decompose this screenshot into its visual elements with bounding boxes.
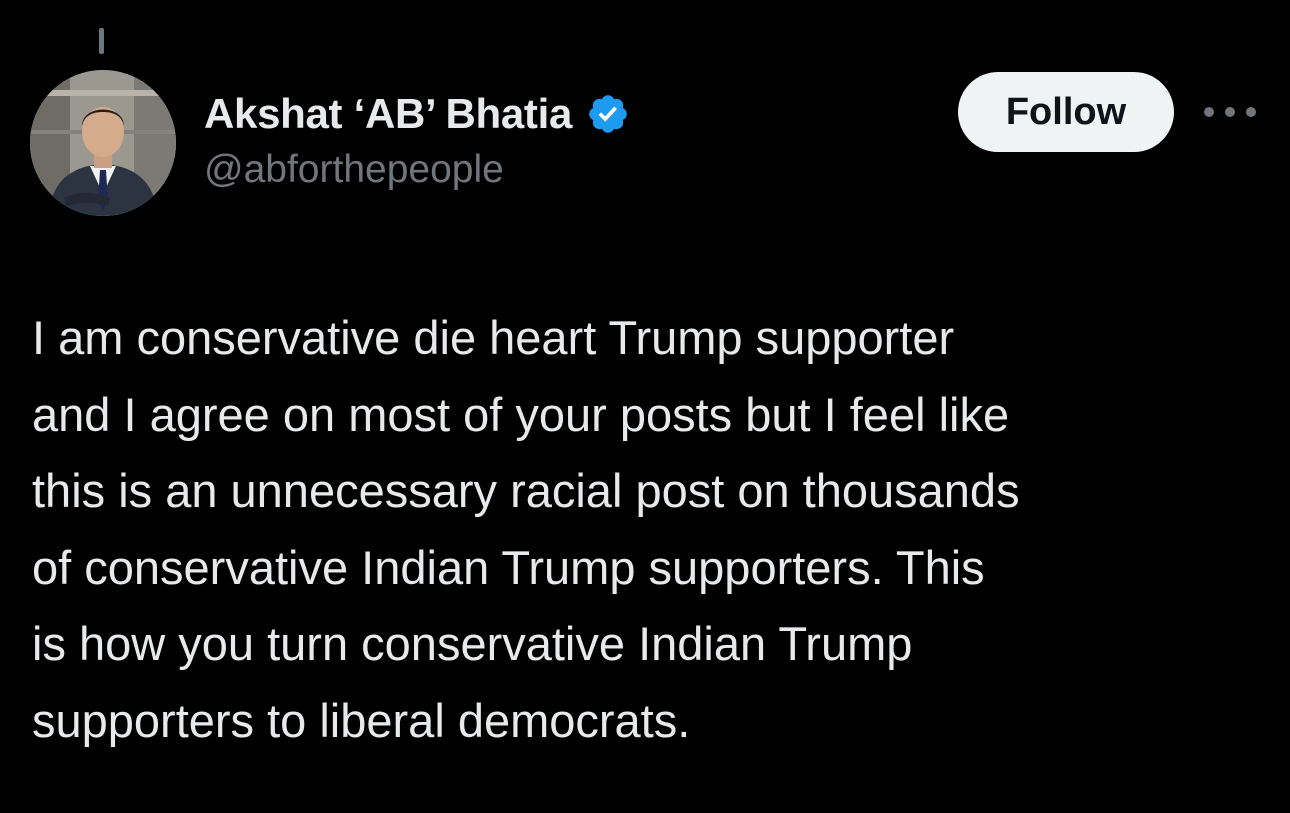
dot [1225,107,1235,117]
post-text-line: this is an unnecessary racial post on th… [32,464,1020,517]
thread-connector-line [99,28,104,54]
post-text-line: I am conservative die heart Trump suppor… [32,311,955,364]
post-text-line: of conservative Indian Trump supporters.… [32,540,985,594]
post-text-line: is how you turn conservative Indian Trum… [32,617,913,670]
verified-badge-icon[interactable] [586,92,630,136]
avatar[interactable] [30,70,176,216]
post-text-line: supporters to liberal democrats. [32,693,691,747]
post-text-line: and I agree on most of your posts but I … [32,387,1010,441]
more-options-icon[interactable] [1204,100,1256,124]
author-display-name[interactable]: Akshat ‘AB’ Bhatia [204,90,572,138]
author-name-row: Akshat ‘AB’ Bhatia [204,88,630,140]
dot [1204,107,1214,117]
dot [1246,107,1256,117]
follow-button[interactable]: Follow [958,72,1174,152]
profile-photo-icon [30,70,176,216]
post-text: I am conservative die heart Trump suppor… [32,300,1252,759]
author-handle[interactable]: @abforthepeople [204,148,504,192]
